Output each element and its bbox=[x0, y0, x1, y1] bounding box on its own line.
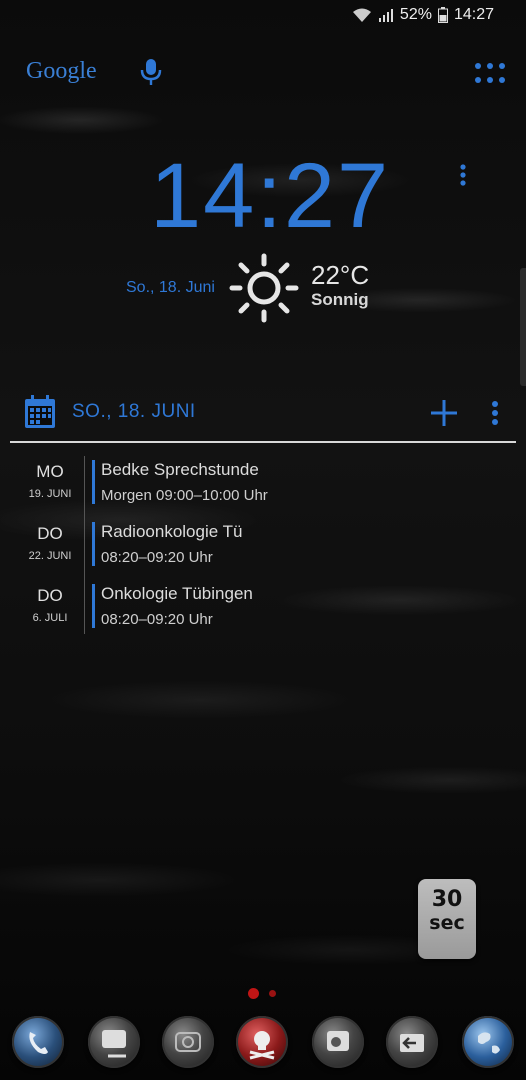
event-title: Radioonkologie Tü bbox=[101, 522, 243, 541]
calendar-event[interactable]: MO 19. JUNI Bedke Sprechstunde Morgen 09… bbox=[0, 458, 526, 518]
page-dot[interactable] bbox=[269, 990, 276, 997]
event-time: 08:20–09:20 Uhr bbox=[101, 549, 213, 566]
calendar-divider bbox=[10, 441, 516, 443]
status-icons: 52% 14:27 bbox=[352, 6, 494, 24]
calendar-event[interactable]: DO 22. JUNI Radioonkologie Tü 08:20–09:2… bbox=[0, 520, 526, 580]
back-app-icon[interactable] bbox=[386, 1016, 438, 1068]
status-time: 14:27 bbox=[453, 6, 494, 23]
timer-unit: sec bbox=[429, 912, 465, 934]
add-event-icon[interactable] bbox=[431, 400, 457, 431]
event-color-bar bbox=[92, 584, 95, 628]
clock-overflow-menu-icon[interactable] bbox=[459, 163, 467, 192]
event-date: 22. JUNI bbox=[28, 550, 72, 562]
timer-widget[interactable]: 30 sec bbox=[418, 879, 476, 959]
event-title: Onkologie Tübingen bbox=[101, 584, 253, 603]
calendar-icon[interactable] bbox=[24, 395, 56, 434]
sun-icon bbox=[228, 252, 300, 329]
wifi-icon bbox=[352, 7, 372, 23]
page-indicator bbox=[248, 988, 276, 999]
messages-app-icon[interactable] bbox=[88, 1016, 140, 1068]
calendar-event[interactable]: DO 6. JULI Onkologie Tübingen 08:20–09:2… bbox=[0, 582, 526, 642]
battery-percent: 52% bbox=[399, 6, 432, 23]
clock-time[interactable]: 14:27 bbox=[150, 150, 390, 242]
calendar-header-date[interactable]: SO., 18. JUNI bbox=[72, 401, 196, 423]
event-weekday: DO bbox=[37, 586, 63, 605]
dock bbox=[0, 1016, 526, 1072]
camera-app-icon[interactable] bbox=[162, 1016, 214, 1068]
event-time: Morgen 09:00–10:00 Uhr bbox=[101, 487, 268, 504]
status-bar: 52% 14:27 bbox=[0, 0, 526, 32]
event-date: 19. JUNI bbox=[28, 488, 72, 500]
phone-app-icon[interactable] bbox=[12, 1016, 64, 1068]
event-weekday: MO bbox=[36, 462, 64, 481]
pirate-app-icon[interactable] bbox=[236, 1016, 288, 1068]
page-dot-active[interactable] bbox=[248, 988, 259, 999]
event-date: 6. JULI bbox=[32, 612, 68, 624]
event-time: 08:20–09:20 Uhr bbox=[101, 611, 213, 628]
mic-icon[interactable] bbox=[140, 58, 162, 91]
event-weekday: DO bbox=[37, 524, 63, 543]
event-title: Bedke Sprechstunde bbox=[101, 460, 259, 479]
event-color-bar bbox=[92, 522, 95, 566]
event-color-bar bbox=[92, 460, 95, 504]
edge-panel-handle[interactable] bbox=[520, 268, 526, 386]
timer-number: 30 bbox=[431, 887, 463, 912]
weather-temperature: 22°C bbox=[311, 260, 370, 290]
calendar-overflow-menu-icon[interactable] bbox=[491, 400, 499, 431]
app-grid-icon[interactable] bbox=[474, 62, 506, 89]
battery-icon bbox=[437, 7, 448, 23]
google-search-logo[interactable]: Google bbox=[26, 58, 97, 85]
signal-icon bbox=[378, 7, 394, 23]
globe-app-icon[interactable] bbox=[462, 1016, 514, 1068]
notes-app-icon[interactable] bbox=[312, 1016, 364, 1068]
weather-condition: Sonnig bbox=[311, 290, 369, 309]
clock-date: So., 18. Juni bbox=[126, 279, 215, 296]
